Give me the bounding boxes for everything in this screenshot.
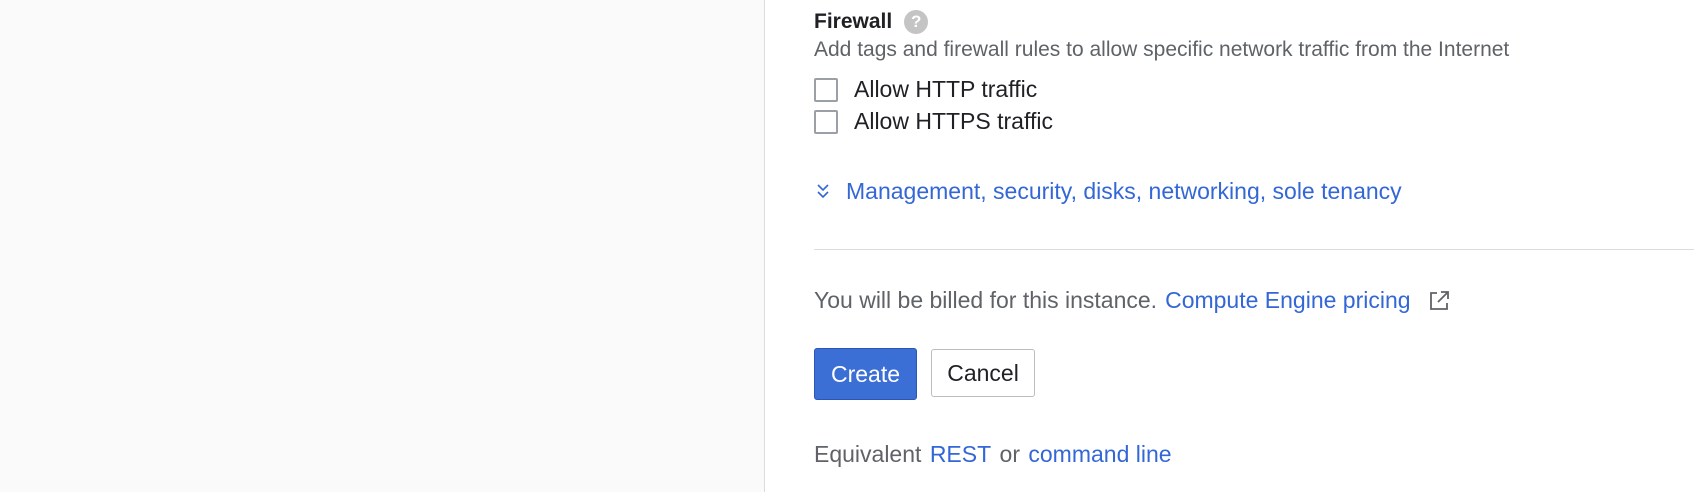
rest-link[interactable]: REST [930,441,991,467]
or-text: or [999,441,1020,467]
allow-https-checkbox[interactable] [814,109,838,134]
pricing-link[interactable]: Compute Engine pricing [1165,287,1410,314]
allow-https-label[interactable]: Allow HTTPS traffic [854,108,1053,135]
allow-http-option[interactable]: Allow HTTP traffic [814,76,1037,103]
equivalent-links: Equivalent REST or command line [814,441,1174,468]
firewall-description: Add tags and firewall rules to allow spe… [814,38,1510,61]
billing-text: You will be billed for this instance. [814,287,1158,313]
create-button[interactable]: Create [814,348,917,400]
firewall-header: Firewall ? [814,10,929,34]
left-pane [0,0,765,492]
help-icon[interactable]: ? [904,10,929,34]
app-window: Firewall ? Add tags and firewall rules t… [0,0,1694,492]
advanced-options-label[interactable]: Management, security, disks, networking,… [846,178,1402,205]
allow-http-checkbox[interactable] [814,77,838,102]
allow-http-label[interactable]: Allow HTTP traffic [854,76,1037,103]
instance-form-pane: Firewall ? Add tags and firewall rules t… [766,0,1694,492]
section-divider [814,249,1694,250]
advanced-options-expander[interactable]: Management, security, disks, networking,… [814,178,1402,205]
allow-https-option[interactable]: Allow HTTPS traffic [814,108,1053,135]
firewall-title: Firewall [814,10,893,33]
form-actions: Create Cancel [814,348,1035,400]
external-link-icon[interactable] [1427,289,1451,313]
command-line-link[interactable]: command line [1028,441,1171,467]
chevron-down-icon[interactable] [814,181,832,203]
billing-notice: You will be billed for this instance. Co… [814,287,1451,314]
cancel-button[interactable]: Cancel [931,349,1035,397]
equivalent-prefix: Equivalent [814,441,922,467]
